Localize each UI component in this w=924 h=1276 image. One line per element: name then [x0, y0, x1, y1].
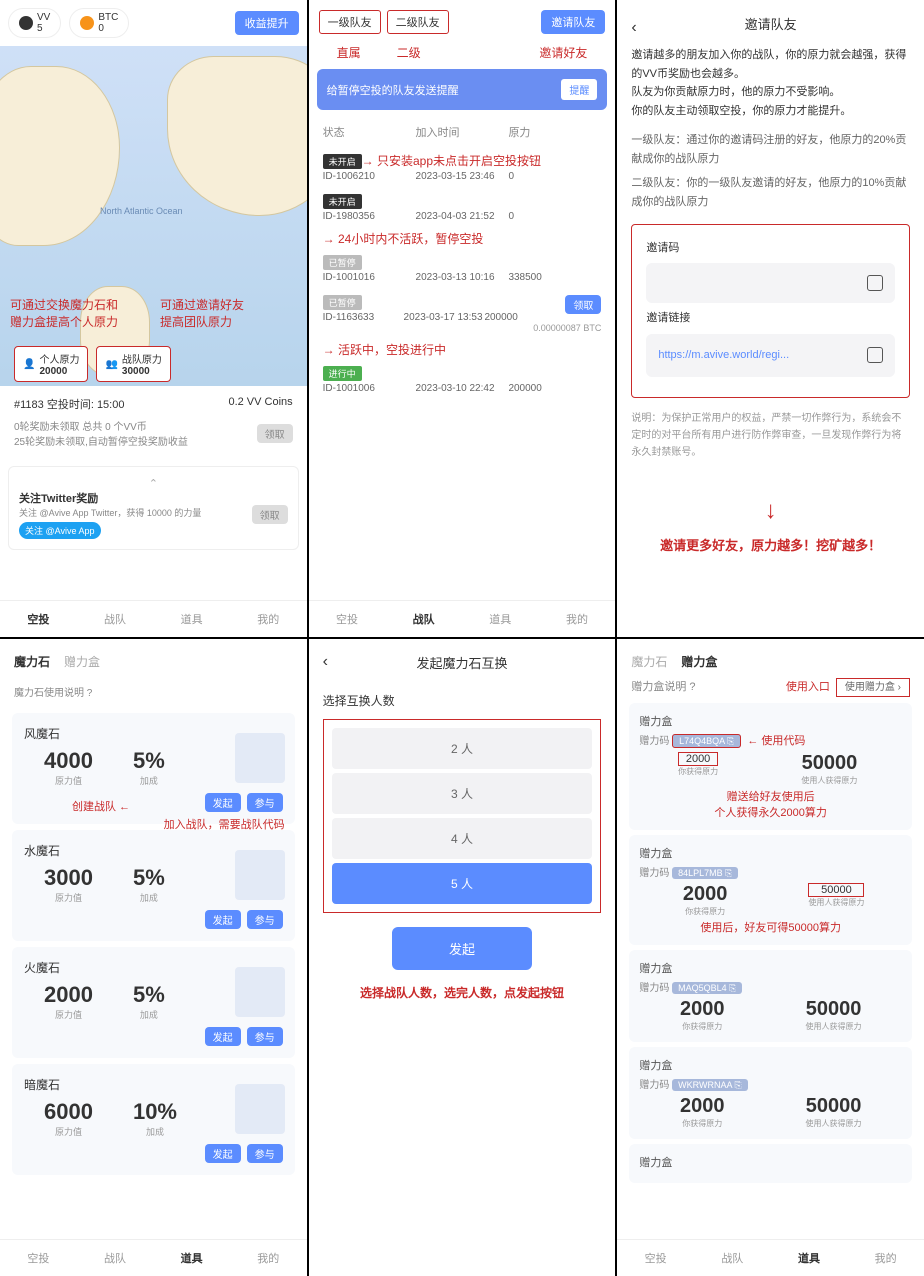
copy-icon[interactable] — [867, 275, 883, 291]
tab-stones[interactable]: 魔力石 — [14, 653, 50, 670]
tab-airdrop[interactable]: 空投 — [27, 611, 49, 627]
remind-button[interactable]: 提醒 — [561, 79, 597, 100]
team-tabs: 一级队友 二级队友 邀请队友 — [309, 0, 616, 44]
invite-screen: ‹邀请队友 邀请越多的朋友加入你的战队，你的原力就会越强，获得的VV币奖励也会越… — [617, 0, 924, 637]
gift-code[interactable]: L74Q4BQA ⎘ — [672, 734, 741, 748]
tab-gift[interactable]: 赠力盒 — [681, 653, 717, 670]
tab-level1[interactable]: 一级队友 — [319, 10, 381, 34]
annotation-team: 可通过邀请好友提高团队原力 — [160, 296, 244, 330]
boost-button[interactable]: 收益提升 — [235, 11, 299, 35]
stone-icon — [235, 850, 285, 900]
stone-card: 暗魔石6000原力值10%加成发起参与 — [12, 1064, 295, 1175]
tab-bar: 空投 战队 道具 我的 — [617, 1239, 924, 1276]
invite-button[interactable]: 邀请队友 — [541, 10, 605, 34]
stone-card: 加入战队，需要战队代码水魔石3000原力值5%加成发起参与 — [12, 830, 295, 941]
airdrop-screen: VV5 BTC0 收益提升 申请Avive Glory成为一名荣耀的Citize… — [0, 0, 307, 637]
tab-team[interactable]: 战队 — [721, 1250, 743, 1266]
stone-icon — [235, 1084, 285, 1134]
airdrop-info: #1183 空投时间: 15:000.2 VV Coins 0轮奖励未领取 总共… — [0, 386, 307, 458]
world-map[interactable]: North Atlantic Ocean 可通过交换魔力石和赠力盒提高个人原力 … — [0, 46, 307, 386]
claim-button[interactable]: 领取 — [565, 295, 601, 314]
team-screen: 一级队友 二级队友 邀请队友 直属二级邀请好友 给暂停空投的队友发送提醒提醒 状… — [309, 0, 616, 637]
team-power[interactable]: 👥战队原力30000 — [96, 346, 170, 382]
people-option[interactable]: 4 人 — [332, 818, 593, 859]
personal-power[interactable]: 👤个人原力20000 — [14, 346, 88, 382]
remind-box: 给暂停空投的队友发送提醒提醒 — [317, 69, 608, 110]
start-button[interactable]: 发起 — [205, 910, 241, 929]
join-button[interactable]: 参与 — [247, 1027, 283, 1046]
code-field[interactable] — [646, 263, 895, 303]
tab-mine[interactable]: 我的 — [257, 1250, 279, 1266]
tab-level2[interactable]: 二级队友 — [387, 10, 449, 34]
invite-codes: 邀请码 邀请链接 https://m.avive.world/regi... — [631, 224, 910, 398]
gift-card: 赠力盒 — [629, 1144, 912, 1183]
tab-bar: 空投 战队 道具 我的 — [0, 600, 307, 637]
claim-twitter-button[interactable]: 领取 — [252, 505, 288, 524]
tab-mine[interactable]: 我的 — [566, 611, 588, 627]
tab-stones[interactable]: 魔力石 — [631, 653, 667, 670]
gift-card: 赠力盒赠力码 WKRWRNAA ⎘2000你获得原力50000使用人获得原力 — [629, 1047, 912, 1139]
top-bar: VV5 BTC0 收益提升 — [0, 0, 307, 46]
back-icon[interactable]: ‹ — [631, 14, 636, 41]
tab-airdrop[interactable]: 空投 — [27, 1250, 49, 1266]
team-row: 未开启ID-19803562023-04-03 21:520 — [309, 188, 616, 228]
start-button[interactable]: 发起 — [205, 793, 241, 812]
gift-card: 赠力盒赠力码 L74Q4BQA ⎘← 使用代码2000你获得原力50000使用人… — [629, 703, 912, 830]
team-row: 已暂停领取ID-11636332023-03-17 13:532000000.0… — [309, 289, 616, 339]
tab-props[interactable]: 道具 — [181, 1250, 203, 1266]
stone-icon — [235, 733, 285, 783]
gift-card: 赠力盒赠力码 MAQ5QBL4 ⎘2000你获得原力50000使用人获得原力 — [629, 950, 912, 1042]
tab-team[interactable]: 战队 — [104, 1250, 126, 1266]
start-button[interactable]: 发起 — [205, 1144, 241, 1163]
use-gift-button[interactable]: 使用赠力盒 › — [836, 678, 910, 697]
join-button[interactable]: 参与 — [247, 910, 283, 929]
tab-bar: 空投 战队 道具 我的 — [309, 600, 616, 637]
tab-props[interactable]: 道具 — [798, 1250, 820, 1266]
follow-twitter-button[interactable]: 关注 @Avive App — [19, 522, 101, 539]
copy-icon[interactable] — [867, 347, 883, 363]
start-button[interactable]: 发起 — [392, 927, 532, 970]
start-button[interactable]: 发起 — [205, 1027, 241, 1046]
tab-mine[interactable]: 我的 — [257, 611, 279, 627]
stone-card: 火魔石2000原力值5%加成发起参与 — [12, 947, 295, 1058]
gift-screen: 魔力石赠力盒 赠力盒说明 ?使用入口使用赠力盒 › 赠力盒赠力码 L74Q4BQ… — [617, 639, 924, 1276]
tab-team[interactable]: 战队 — [413, 611, 435, 627]
exchange-screen: ‹发起魔力石互换 选择互换人数 2 人3 人4 人5 人 发起 选择战队人数，选… — [309, 639, 616, 1276]
gift-code[interactable]: MAQ5QBL4 ⎘ — [672, 982, 742, 994]
twitter-card: ⌃ 关注Twitter奖励关注 @Avive App Twitter，获得 10… — [8, 466, 299, 550]
stone-card: 风魔石4000原力值5%加成发起参与创建战队 ← — [12, 713, 295, 824]
tab-bar: 空投 战队 道具 我的 — [0, 1239, 307, 1276]
claim-button[interactable]: 领取 — [257, 424, 293, 443]
link-field[interactable]: https://m.avive.world/regi... — [646, 334, 895, 377]
tab-props[interactable]: 道具 — [489, 611, 511, 627]
power-stats: 👤个人原力20000 👥战队原力30000 — [14, 346, 171, 382]
join-button[interactable]: 参与 — [247, 1144, 283, 1163]
back-icon[interactable]: ‹ — [323, 653, 328, 671]
tab-props[interactable]: 道具 — [181, 611, 203, 627]
tab-gift[interactable]: 赠力盒 — [64, 653, 100, 670]
people-option[interactable]: 5 人 — [332, 863, 593, 904]
team-row: 进行中ID-10010062023-03-10 22:42200000 — [309, 360, 616, 400]
tab-mine[interactable]: 我的 — [875, 1250, 897, 1266]
vv-balance[interactable]: VV5 — [8, 8, 61, 38]
team-row: 已暂停ID-10010162023-03-13 10:16338500 — [309, 249, 616, 289]
tab-team[interactable]: 战队 — [104, 611, 126, 627]
gift-card: 赠力盒赠力码 84LPL7MB ⎘2000你获得原力50000使用人获得原力使用… — [629, 835, 912, 945]
people-options: 2 人3 人4 人5 人 — [323, 719, 602, 913]
people-option[interactable]: 3 人 — [332, 773, 593, 814]
team-row: 未开启→ 只安装app未点击开启空投按钮ID-10062102023-03-15… — [309, 146, 616, 188]
annotation-personal: 可通过交换魔力石和赠力盒提高个人原力 — [10, 296, 118, 330]
stones-screen: 魔力石赠力盒 魔力石使用说明 ? 风魔石4000原力值5%加成发起参与创建战队 … — [0, 639, 307, 1276]
tab-airdrop[interactable]: 空投 — [336, 611, 358, 627]
gift-code[interactable]: WKRWRNAA ⎘ — [672, 1079, 748, 1091]
stone-icon — [235, 967, 285, 1017]
join-button[interactable]: 参与 — [247, 793, 283, 812]
gift-code[interactable]: 84LPL7MB ⎘ — [672, 867, 738, 879]
btc-balance[interactable]: BTC0 — [69, 8, 129, 38]
tab-airdrop[interactable]: 空投 — [645, 1250, 667, 1266]
people-option[interactable]: 2 人 — [332, 728, 593, 769]
